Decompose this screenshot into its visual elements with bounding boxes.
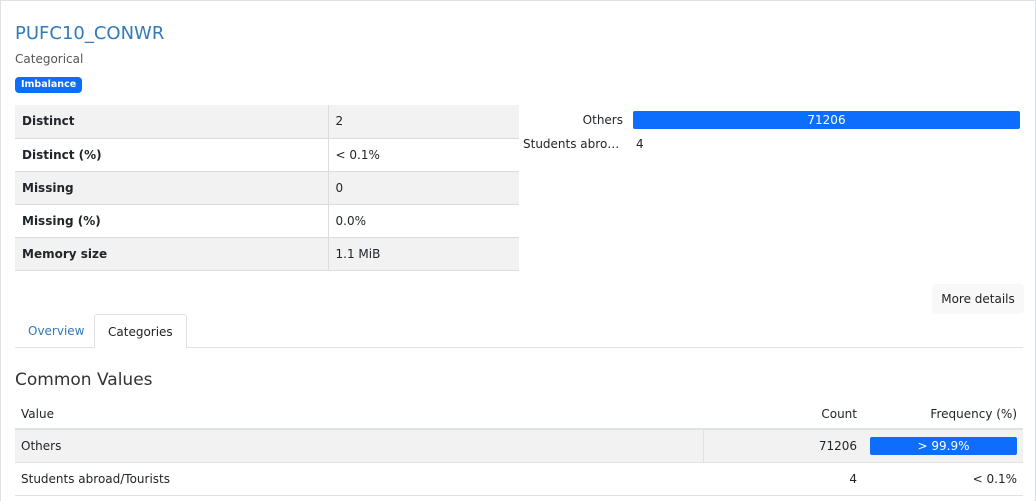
section-title: Common Values [15,370,153,390]
table-header-row: Value Count Frequency (%) [15,399,1023,430]
stats-value: 1.1 MiB [327,237,519,271]
imbalance-badge: Imbalance [15,77,83,93]
variable-type: Categorical [15,52,84,66]
stats-key: Missing (%) [15,204,328,238]
frequency-bar: > 99.9% [870,436,1017,455]
variable-title[interactable]: PUFC10_CONWR [15,23,164,44]
column-header-count[interactable]: Count [703,399,863,430]
count-cell: 4 [703,462,863,496]
more-details-button[interactable]: More details [932,284,1024,314]
stats-row: Memory size 1.1 MiB [15,237,519,271]
table-row: Others 71206 > 99.9% [15,429,1023,463]
value-cell: Students abroad/Tourists [15,462,703,496]
variable-panel: PUFC10_CONWR Categorical Imbalance Disti… [0,0,1036,501]
stats-row: Missing 0 [15,171,519,205]
column-header-frequency[interactable]: Frequency (%) [863,399,1023,430]
tab-overview[interactable]: Overview [15,314,98,348]
stats-table: Distinct 2 Distinct (%) < 0.1% Missing 0… [15,105,519,271]
frequency-cell: > 99.9% [863,429,1023,463]
stats-row: Distinct 2 [15,105,519,139]
stats-key: Missing [15,171,328,205]
common-values-table: Value Count Frequency (%) Others 71206 >… [15,399,1023,496]
column-header-value[interactable]: Value [15,399,703,430]
stats-value: < 0.1% [327,138,519,172]
mini-chart-value: 4 [636,137,644,151]
stats-value: 0.0% [327,204,519,238]
mini-frequency-chart: Others 71206 Students abroad/Tourists 4 [523,109,1023,157]
stats-key: Distinct [15,105,328,139]
stats-row: Distinct (%) < 0.1% [15,138,519,172]
stats-value: 2 [327,105,519,139]
stats-row: Missing (%) 0.0% [15,204,519,238]
table-row: Students abroad/Tourists 4 < 0.1% [15,462,1023,496]
mini-chart-label: Students abroad/Tourists [523,137,623,151]
stats-key: Distinct (%) [15,138,328,172]
tab-categories[interactable]: Categories [94,314,187,349]
mini-chart-label: Others [582,113,623,127]
count-cell: 71206 [702,429,863,463]
stats-value: 0 [327,171,519,205]
value-cell: Others [15,429,703,463]
stats-key: Memory size [15,237,328,271]
frequency-cell: < 0.1% [863,462,1023,496]
tab-bar: Overview Categories [15,314,1023,349]
mini-chart-row: Students abroad/Tourists 4 [523,133,1023,157]
mini-chart-bar: 71206 [633,111,1020,129]
mini-chart-row: Others 71206 [531,109,1023,133]
